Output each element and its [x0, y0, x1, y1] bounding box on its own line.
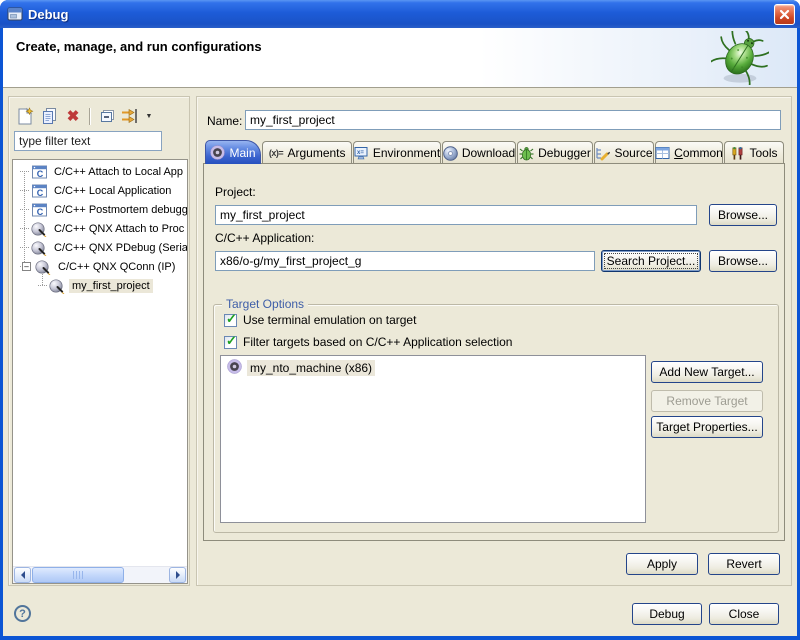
- tab-arguments[interactable]: (x)= Arguments: [262, 141, 352, 164]
- tab-tools[interactable]: Tools: [724, 141, 784, 164]
- filter-configurations-icon[interactable]: [119, 105, 143, 127]
- tab-main[interactable]: Main: [205, 140, 261, 164]
- tab-download[interactable]: Download: [442, 141, 516, 164]
- tab-environment[interactable]: x= Environment: [353, 141, 441, 164]
- tree-item-label: C/C++ QNX QConn (IP): [55, 260, 178, 274]
- target-options-legend: Target Options: [222, 297, 308, 311]
- configurations-tree: C C/C++ Attach to Local App C C/C++ Local A…: [12, 159, 188, 584]
- application-label: C/C++ Application:: [215, 231, 314, 245]
- application-input[interactable]: [215, 251, 595, 271]
- qnx-icon: [31, 221, 48, 237]
- close-icon: [778, 8, 791, 21]
- name-label: Name:: [207, 114, 242, 128]
- tree-item-my-first-project[interactable]: my_first_project: [13, 276, 187, 295]
- c-application-icon: C: [31, 202, 48, 218]
- tree-item-c-c-postmortem-debugg[interactable]: C C/C++ Postmortem debugg: [13, 200, 187, 219]
- tree-branch-line: [20, 209, 29, 210]
- project-label: Project:: [215, 185, 256, 199]
- tree-item-label: C/C++ QNX PDebug (Serial: [51, 241, 188, 255]
- configurations-sidebar: ✖: [8, 96, 190, 586]
- tree-branch-line: [20, 171, 29, 172]
- source-icon: [595, 146, 610, 161]
- apply-button[interactable]: Apply: [626, 553, 698, 575]
- duplicate-configuration-icon[interactable]: [37, 105, 61, 127]
- tab-label: Download: [462, 146, 515, 160]
- tree-item-label: C/C++ Attach to Local App: [51, 165, 186, 179]
- tab-common[interactable]: Common: [655, 141, 723, 164]
- toolbar-separator: [89, 108, 91, 125]
- tree-item-c-c-qnx-qconn-ip-[interactable]: – C/C++ QNX QConn (IP): [13, 257, 187, 276]
- tree-item-label: C/C++ QNX Attach to Proc: [51, 222, 187, 236]
- target-icon: [210, 145, 225, 160]
- tree-item-c-c-qnx-attach-to-proc[interactable]: C/C++ QNX Attach to Proc: [13, 219, 187, 238]
- scroll-left-button[interactable]: [14, 567, 31, 583]
- sidebar-toolbar: ✖: [13, 105, 155, 127]
- debugger-bug-icon: [519, 146, 534, 161]
- search-project-button[interactable]: Search Project...: [601, 250, 701, 272]
- window-title: Debug: [28, 7, 68, 22]
- tab-label: Debugger: [538, 146, 591, 160]
- collapse-toggle-icon[interactable]: –: [22, 262, 31, 271]
- close-button[interactable]: Close: [709, 603, 779, 625]
- tab-label: Common: [674, 146, 723, 160]
- tree-horizontal-scrollbar[interactable]: [13, 566, 187, 583]
- debug-bug-icon: [711, 31, 769, 90]
- tab-label: Environment: [373, 146, 440, 160]
- svg-text:C: C: [37, 168, 44, 178]
- tree-branch-line: [20, 228, 29, 229]
- window-icon: [7, 6, 23, 22]
- tree-item-label: C/C++ Postmortem debugg: [51, 203, 188, 217]
- qnx-icon: [31, 240, 48, 256]
- arguments-icon: (x)=: [268, 146, 283, 161]
- configuration-detail-panel: Name: Main (x)= Arguments x= Environment Down…: [196, 96, 792, 586]
- revert-button[interactable]: Revert: [708, 553, 780, 575]
- scroll-right-button[interactable]: [169, 567, 186, 583]
- tree-item-c-c-attach-to-local-app[interactable]: C C/C++ Attach to Local App: [13, 162, 187, 181]
- tree-branch-line: [20, 247, 29, 248]
- debug-button[interactable]: Debug: [632, 603, 702, 625]
- tab-label: Tools: [749, 146, 777, 160]
- common-table-icon: [655, 146, 670, 161]
- new-configuration-icon[interactable]: [13, 105, 37, 127]
- tree-item-label: my_first_project: [69, 279, 153, 293]
- project-input[interactable]: [215, 205, 697, 225]
- tree-item-c-c-qnx-pdebug-serial[interactable]: C/C++ QNX PDebug (Serial: [13, 238, 187, 257]
- environment-icon: x=: [354, 146, 369, 161]
- dialog-header-title: Create, manage, and run configurations: [16, 39, 262, 54]
- project-browse-button[interactable]: Browse...: [709, 204, 777, 226]
- name-input[interactable]: [245, 110, 781, 130]
- collapse-all-icon[interactable]: [95, 105, 119, 127]
- svg-text:C: C: [37, 187, 44, 197]
- tab-debugger[interactable]: Debugger: [517, 141, 593, 164]
- filter-dropdown-icon[interactable]: ▼: [143, 105, 155, 127]
- tab-label: Main: [229, 146, 255, 160]
- tab-label: Arguments: [287, 146, 345, 160]
- tools-icon: [730, 146, 745, 161]
- tree-item-label: C/C++ Local Application: [51, 184, 174, 198]
- help-icon[interactable]: ?: [14, 605, 31, 622]
- tree-branch-line: [20, 190, 29, 191]
- tree-item-c-c-local-application[interactable]: C C/C++ Local Application: [13, 181, 187, 200]
- close-window-button[interactable]: [774, 4, 795, 25]
- delete-configuration-icon[interactable]: ✖: [61, 105, 85, 127]
- window-titlebar[interactable]: Debug: [0, 0, 800, 28]
- c-application-icon: C: [31, 183, 48, 199]
- qnx-icon: [35, 259, 52, 275]
- svg-text:x=: x=: [357, 150, 364, 156]
- configuration-tabs: Main (x)= Arguments x= Environment Download De…: [205, 141, 785, 164]
- application-browse-button[interactable]: Browse...: [709, 250, 777, 272]
- scrollbar-thumb[interactable]: [32, 567, 124, 583]
- svg-text:C: C: [37, 206, 44, 216]
- tab-label: Source: [614, 146, 652, 160]
- download-icon: [443, 146, 458, 161]
- c-application-icon: C: [31, 164, 48, 180]
- debug-dialog-window: Debug Create, manage, and run configurat…: [0, 0, 800, 640]
- qnx-icon: [49, 278, 66, 294]
- dialog-header: Create, manage, and run configurations: [3, 28, 797, 88]
- tree-branch-line: [38, 285, 47, 286]
- type-filter-input[interactable]: [14, 131, 162, 151]
- tab-source[interactable]: Source: [594, 141, 654, 164]
